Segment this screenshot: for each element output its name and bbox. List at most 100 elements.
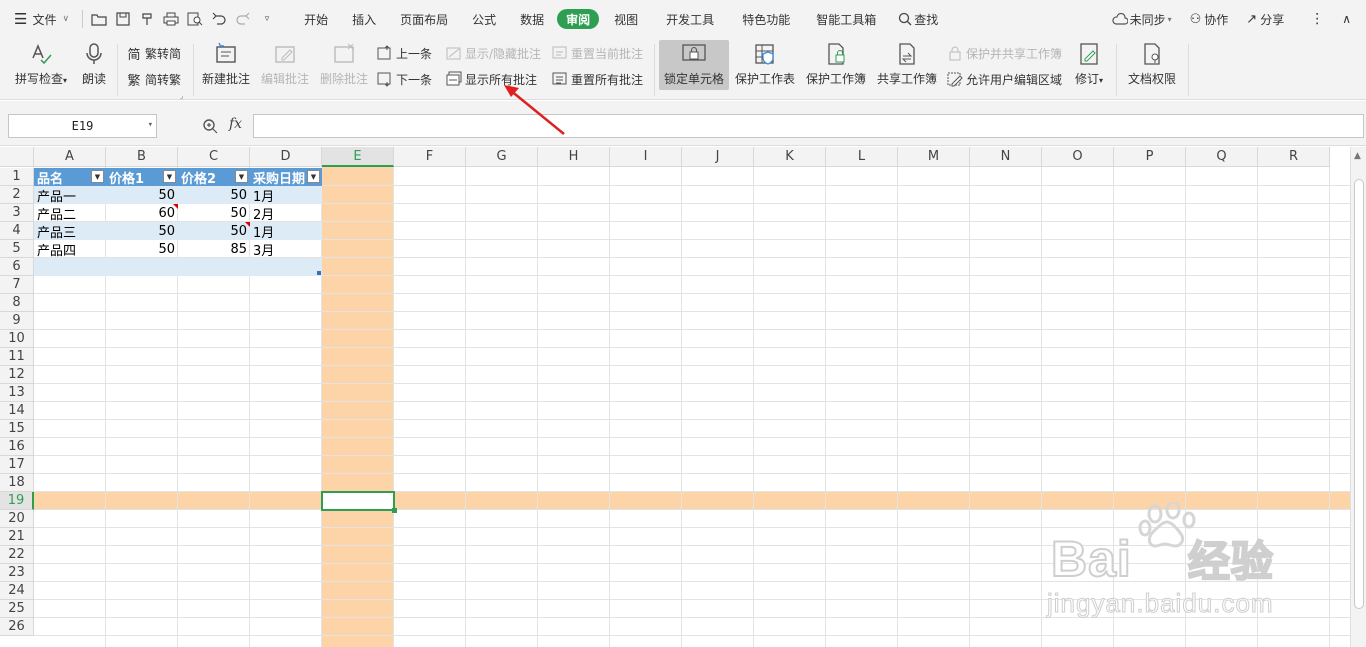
- row-header-25[interactable]: 25: [0, 600, 34, 618]
- share-workbook-button[interactable]: 共享工作簿: [875, 40, 939, 87]
- column-header-n[interactable]: N: [970, 147, 1042, 167]
- table-cell[interactable]: 3月: [250, 240, 322, 259]
- search-command[interactable]: 查找: [889, 7, 947, 31]
- scrollbar-thumb[interactable]: [1354, 179, 1364, 609]
- row-header-7[interactable]: 7: [0, 276, 34, 294]
- table-cell[interactable]: 1月: [250, 186, 322, 205]
- table-cell[interactable]: 50: [106, 240, 178, 258]
- track-changes-button[interactable]: 修订▾: [1070, 40, 1108, 87]
- scroll-up-icon[interactable]: ▲: [1354, 151, 1361, 161]
- read-aloud-button[interactable]: 朗读: [78, 40, 110, 87]
- sync-status[interactable]: 未同步 ▾: [1103, 7, 1181, 31]
- column-header-p[interactable]: P: [1114, 147, 1186, 167]
- doc-permissions-button[interactable]: 文档权限: [1122, 40, 1182, 87]
- row-header-5[interactable]: 5: [0, 240, 34, 258]
- table-cell[interactable]: 60: [106, 204, 178, 222]
- column-header-k[interactable]: K: [754, 147, 826, 167]
- allow-edit-ranges-button[interactable]: 允许用户编辑区域: [947, 69, 1062, 89]
- tab-formulas[interactable]: 公式: [463, 7, 505, 31]
- share-button[interactable]: ↗ 分享: [1237, 7, 1293, 31]
- column-header-o[interactable]: O: [1042, 147, 1114, 167]
- table-resize-handle[interactable]: [317, 271, 321, 275]
- table-cell[interactable]: 产品一: [34, 186, 106, 205]
- table-cell[interactable]: 50: [106, 186, 178, 204]
- row-header-16[interactable]: 16: [0, 438, 34, 456]
- row-header-19[interactable]: 19: [0, 492, 34, 510]
- column-header-q[interactable]: Q: [1186, 147, 1258, 167]
- row-header-2[interactable]: 2: [0, 186, 34, 204]
- zoom-formula-icon[interactable]: [202, 118, 218, 137]
- row-header-10[interactable]: 10: [0, 330, 34, 348]
- tab-data[interactable]: 数据: [511, 7, 553, 31]
- column-header-g[interactable]: G: [466, 147, 538, 167]
- filter-dropdown-icon[interactable]: ▼: [307, 170, 320, 183]
- row-header-14[interactable]: 14: [0, 402, 34, 420]
- selected-cell[interactable]: [321, 491, 395, 511]
- protect-sheet-button[interactable]: 保护工作表: [733, 40, 797, 87]
- reset-all-comments-button[interactable]: 重置所有批注: [552, 69, 643, 89]
- customize-toolbar-icon[interactable]: ▿: [255, 7, 279, 31]
- vertical-scrollbar[interactable]: ▲: [1350, 147, 1366, 647]
- simp-to-trad-button[interactable]: 繁 简转繁: [126, 69, 181, 89]
- table-cell[interactable]: 50: [178, 222, 250, 240]
- row-header-6[interactable]: 6: [0, 258, 34, 276]
- column-header-c[interactable]: C: [178, 147, 250, 167]
- row-header-13[interactable]: 13: [0, 384, 34, 402]
- collaborate-button[interactable]: ⚇ 协作: [1181, 7, 1238, 31]
- file-menu[interactable]: ☰ 文件 ∨: [0, 7, 78, 31]
- show-hide-comment-button[interactable]: 显示/隐藏批注: [446, 43, 541, 63]
- row-header-4[interactable]: 4: [0, 222, 34, 240]
- filter-dropdown-icon[interactable]: ▼: [91, 170, 104, 183]
- column-header-j[interactable]: J: [682, 147, 754, 167]
- column-header-b[interactable]: B: [106, 147, 178, 167]
- row-header-20[interactable]: 20: [0, 510, 34, 528]
- lock-cells-button[interactable]: 锁定单元格: [659, 40, 729, 90]
- format-painter-icon[interactable]: [135, 7, 159, 31]
- delete-comment-button[interactable]: 删除批注: [316, 40, 372, 87]
- table-cell[interactable]: 50: [178, 204, 250, 222]
- row-header-12[interactable]: 12: [0, 366, 34, 384]
- protect-shared-workbook-button[interactable]: 保护并共享工作簿: [947, 43, 1062, 63]
- tab-smart-toolbox[interactable]: 智能工具箱: [807, 7, 885, 31]
- collapse-ribbon-icon[interactable]: ∧: [1333, 7, 1360, 31]
- row-header-11[interactable]: 11: [0, 348, 34, 366]
- name-box[interactable]: E19 ▾: [8, 114, 157, 138]
- prev-comment-button[interactable]: 上一条: [377, 43, 432, 63]
- column-header-l[interactable]: L: [826, 147, 898, 167]
- tab-special-features[interactable]: 特色功能: [733, 7, 799, 31]
- column-header-m[interactable]: M: [898, 147, 970, 167]
- tab-review[interactable]: 审阅: [557, 9, 600, 29]
- chevron-down-icon[interactable]: ▾: [148, 120, 153, 130]
- spell-check-button[interactable]: 拼写检查▾: [10, 40, 72, 87]
- print-preview-icon[interactable]: [183, 7, 207, 31]
- tab-developer[interactable]: 开发工具: [657, 7, 723, 31]
- more-options-icon[interactable]: ⋮: [1301, 7, 1333, 31]
- table-cell[interactable]: 产品三: [34, 222, 106, 241]
- row-header-17[interactable]: 17: [0, 456, 34, 474]
- column-header-e[interactable]: E: [322, 147, 394, 167]
- column-header-h[interactable]: H: [538, 147, 610, 167]
- column-header-d[interactable]: D: [250, 147, 322, 167]
- table-cell[interactable]: 50: [178, 186, 250, 204]
- row-header-24[interactable]: 24: [0, 582, 34, 600]
- row-header-21[interactable]: 21: [0, 528, 34, 546]
- protect-workbook-button[interactable]: 保护工作簿: [804, 40, 868, 87]
- row-header-1[interactable]: 1: [0, 168, 34, 186]
- undo-icon[interactable]: [207, 7, 231, 31]
- row-header-23[interactable]: 23: [0, 564, 34, 582]
- next-comment-button[interactable]: 下一条: [377, 69, 432, 89]
- row-header-26[interactable]: 26: [0, 618, 34, 636]
- row-header-3[interactable]: 3: [0, 204, 34, 222]
- table-cell[interactable]: 1月: [250, 222, 322, 241]
- row-header-9[interactable]: 9: [0, 312, 34, 330]
- table-cell[interactable]: 85: [178, 240, 250, 258]
- filter-dropdown-icon[interactable]: ▼: [163, 170, 176, 183]
- row-header-8[interactable]: 8: [0, 294, 34, 312]
- spreadsheet-grid[interactable]: A B C D E F G H I J K L M N O P Q R 1 2 3 4 5 6 7 8 9 10 11 12 13 14 15 1…: [0, 147, 1366, 647]
- formula-input[interactable]: [253, 114, 1364, 138]
- print-icon[interactable]: [159, 7, 183, 31]
- row-header-15[interactable]: 15: [0, 420, 34, 438]
- trad-to-simp-button[interactable]: 简 繁转简: [126, 43, 181, 63]
- row-header-18[interactable]: 18: [0, 474, 34, 492]
- tab-view[interactable]: 视图: [605, 7, 647, 31]
